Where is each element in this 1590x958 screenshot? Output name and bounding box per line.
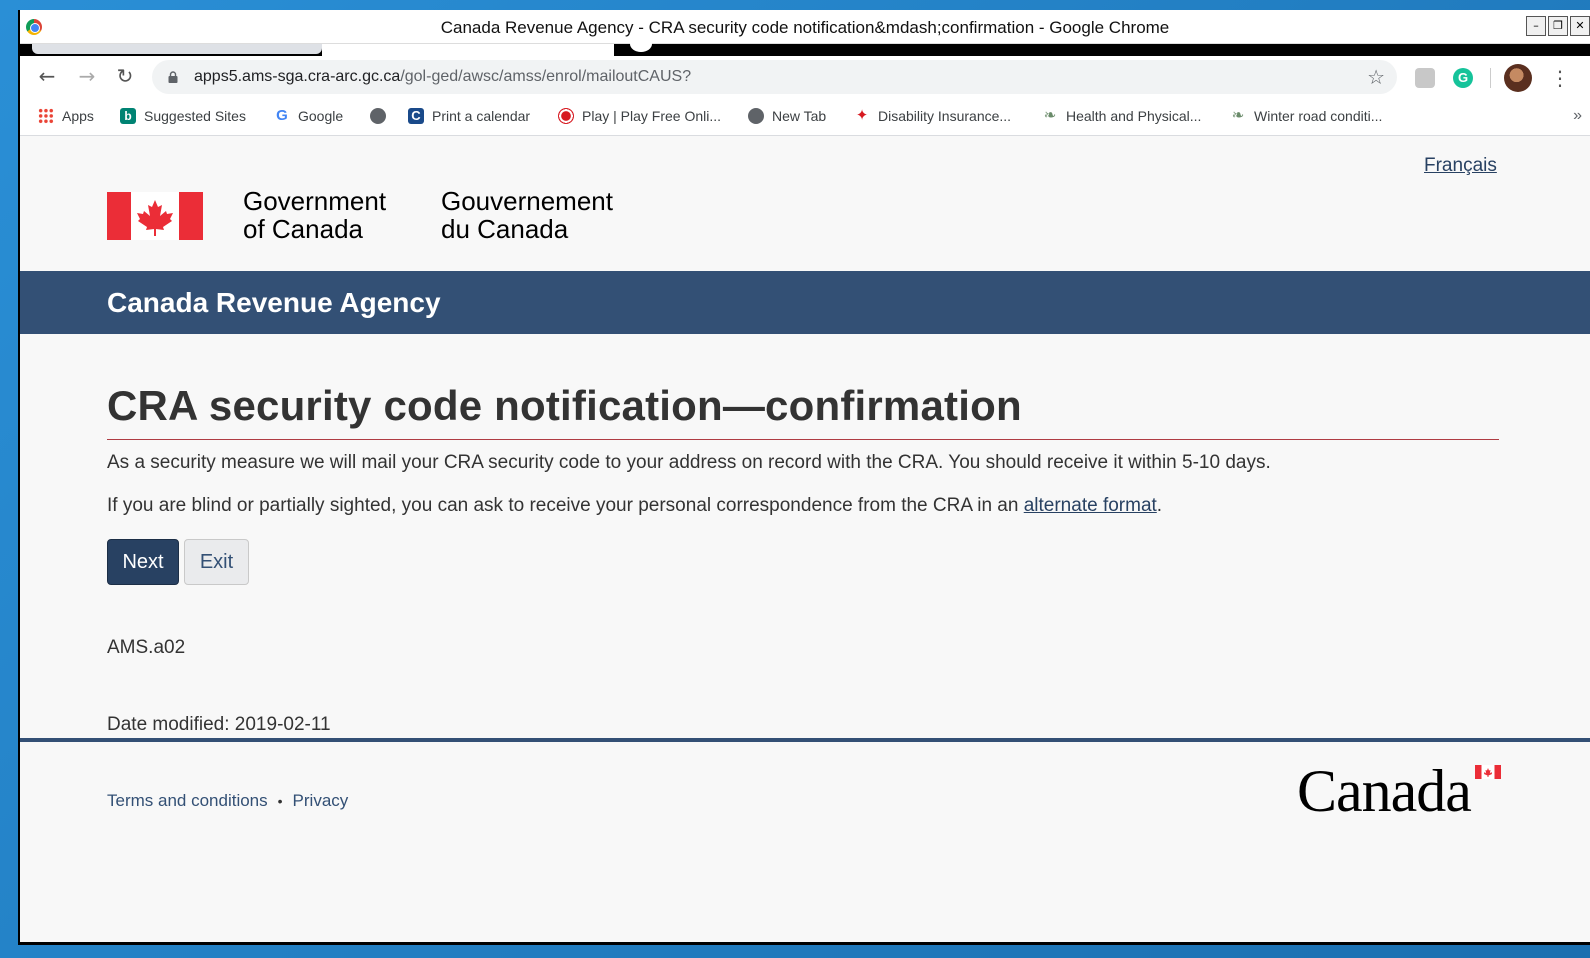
bookmark-new-tab[interactable]: New Tab (748, 108, 826, 124)
footer-separator: • (277, 793, 283, 809)
forward-arrow-icon[interactable]: → (74, 64, 100, 90)
tab-inactive[interactable] (32, 44, 322, 54)
bookmark-health[interactable]: ❧ Health and Physical... (1042, 107, 1202, 125)
bookmark-label: Apps (62, 108, 94, 124)
gov-name-fr-line1: Gouvernement (441, 186, 613, 216)
reload-icon[interactable]: ↻ (112, 64, 138, 90)
bookmark-suggested-sites[interactable]: b Suggested Sites (120, 108, 246, 124)
apps-grid-icon (38, 108, 54, 124)
title-bar: Canada Revenue Agency - CRA security cod… (20, 10, 1590, 44)
alternate-format-paragraph: If you are blind or partially sighted, y… (107, 495, 1162, 517)
google-icon: G (276, 107, 288, 124)
bookmark-star-icon[interactable]: ☆ (1367, 65, 1385, 89)
bookmark-label: Print a calendar (432, 108, 531, 124)
tab-strip (20, 36, 1590, 56)
canada-wordmark-text: Canada (1297, 758, 1472, 824)
browser-window: Canada Revenue Agency - CRA security cod… (18, 10, 1590, 945)
url-path: /gol-ged/awsc/amss/enrol/mailoutCAUS? (400, 68, 692, 85)
bookmarks-bar: Apps b Suggested Sites G Google C Print … (20, 98, 1590, 136)
bookmark-google[interactable]: G Google (274, 107, 344, 125)
grammarly-icon[interactable]: G (1453, 68, 1473, 88)
terms-link[interactable]: Terms and conditions (107, 791, 268, 811)
agency-name[interactable]: Canada Revenue Agency (107, 287, 441, 319)
cbc-icon (558, 108, 574, 124)
page-identifier: AMS.a02 (107, 637, 186, 658)
exit-button[interactable]: Exit (184, 539, 249, 585)
globe-icon (370, 108, 386, 124)
bookmark-globe[interactable] (370, 108, 386, 124)
bookmark-apps[interactable]: Apps (38, 108, 94, 124)
close-button[interactable]: ✕ (1570, 16, 1590, 36)
security-paragraph: As a security measure we will mail your … (107, 452, 1271, 473)
title-underline (107, 439, 1499, 440)
wordmark-flag-icon (1475, 765, 1501, 779)
bookmark-label: Google (298, 108, 344, 124)
gov-name-fr-line2: du Canada (441, 214, 569, 244)
globe-icon (748, 108, 764, 124)
menu-dots-icon[interactable]: ⋮ (1550, 66, 1570, 90)
extension-icon[interactable] (1415, 68, 1435, 88)
bookmark-label: Suggested Sites (144, 108, 246, 124)
gov-name-en-line1: Government (243, 186, 387, 216)
restore-button[interactable]: ❐ (1548, 16, 1568, 36)
alt-format-suffix: . (1156, 495, 1163, 516)
lock-icon (168, 71, 178, 83)
date-modified-label: Date modified: (107, 714, 235, 735)
url-host: apps5.ams-sga.cra-arc.gc.ca (194, 68, 401, 85)
bookmark-disability[interactable]: ✦ Disability Insurance... (854, 107, 1012, 125)
gov-name-en-line2: of Canada (243, 214, 363, 244)
alternate-format-link[interactable]: alternate format (1024, 495, 1157, 516)
date-modified: Date modified: 2019-02-11 (107, 714, 331, 736)
toolbar-divider (1490, 68, 1491, 88)
back-arrow-icon[interactable]: ← (34, 64, 60, 90)
window-title: Canada Revenue Agency - CRA security cod… (440, 18, 1170, 37)
bing-icon: b (120, 108, 136, 124)
canada-flag-icon (107, 192, 203, 240)
page-title: CRA security code notification—confirmat… (107, 382, 1022, 429)
agency-banner: Canada Revenue Agency (20, 271, 1590, 334)
window-controls: – ❐ ✕ (1526, 16, 1590, 36)
bookmark-label: Health and Physical... (1066, 108, 1202, 124)
tab-active[interactable] (322, 44, 614, 56)
browser-toolbar: ← → ↻ apps5.ams-sga.cra-arc.gc.ca/gol-ge… (20, 56, 1590, 98)
minimize-button[interactable]: – (1526, 16, 1546, 36)
new-tab-button[interactable] (630, 36, 652, 52)
privacy-link[interactable]: Privacy (293, 791, 349, 811)
tab-strip-background (614, 44, 1590, 56)
gov-name-fr: Gouvernement du Canada (441, 187, 613, 243)
page-content: Français Government of Canada Gouverneme… (20, 137, 1590, 942)
vine-icon: ❧ (1043, 107, 1057, 124)
bookmark-label: Play | Play Free Onli... (582, 108, 722, 124)
date-modified-value: 2019-02-11 (234, 714, 331, 735)
footer-links: Terms and conditions • Privacy (107, 791, 348, 811)
bookmark-label: Disability Insurance... (878, 108, 1012, 124)
maple-leaf-icon: ✦ (855, 107, 869, 124)
canada-wordmark: Canada (1297, 757, 1501, 827)
bookmarks-overflow-icon[interactable]: » (1573, 107, 1582, 125)
address-bar[interactable]: apps5.ams-sga.cra-arc.gc.ca/gol-ged/awsc… (152, 60, 1397, 94)
vine-icon: ❧ (1231, 107, 1245, 124)
footer-divider (20, 738, 1590, 742)
url-text[interactable]: apps5.ams-sga.cra-arc.gc.ca/gol-ged/awsc… (194, 68, 691, 86)
bookmark-print-calendar[interactable]: C Print a calendar (408, 108, 530, 124)
bookmark-play[interactable]: Play | Play Free Onli... (558, 108, 721, 124)
bookmark-winter-road[interactable]: ❧ Winter road conditi... (1230, 107, 1383, 125)
gov-name-en: Government of Canada (243, 187, 386, 243)
bookmark-label: Winter road conditi... (1254, 108, 1383, 124)
language-toggle-link[interactable]: Français (1424, 155, 1497, 177)
profile-avatar[interactable] (1504, 64, 1532, 92)
alt-format-prefix: If you are blind or partially sighted, y… (107, 495, 1024, 516)
next-button[interactable]: Next (107, 539, 179, 585)
calendar-icon: C (408, 108, 424, 124)
bookmark-label: New Tab (772, 108, 827, 124)
